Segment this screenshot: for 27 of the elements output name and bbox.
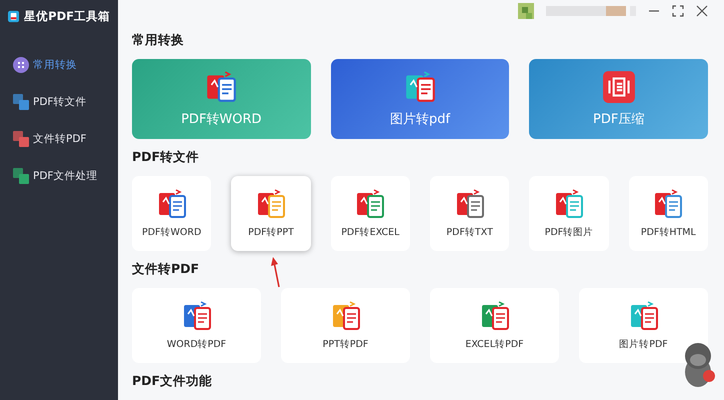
compress-icon [602, 70, 636, 104]
annotation-arrow [270, 256, 282, 288]
app-logo-icon [8, 8, 20, 24]
section-heading: PDF转文件 [132, 148, 200, 166]
avatar-icon [518, 3, 534, 19]
tool-card[interactable]: EXCEL转PDF [430, 288, 559, 363]
sidebar-item[interactable]: PDF文件处理 [0, 157, 118, 194]
tool-card[interactable]: PDF转WORD [132, 176, 212, 251]
section-heading: 文件转PDF [132, 260, 200, 278]
tool-card[interactable]: PPT转PDF [281, 288, 410, 363]
apps-icon [13, 56, 29, 72]
section-heading: 常用转换 [132, 31, 184, 49]
tool-card[interactable]: PDF转图片 [529, 176, 609, 251]
section-heading: PDF文件功能 [132, 372, 212, 390]
sidebar-item[interactable]: PDF转文件 [0, 83, 118, 120]
tool-card[interactable]: WORD转PDF [132, 288, 261, 363]
sidebar-item[interactable]: 文件转PDF [0, 120, 118, 157]
app-title: 星优PDF工具箱 [24, 8, 110, 24]
tool-card[interactable]: 图片转PDF [579, 288, 708, 363]
sidebar-item[interactable]: 常用转换 [0, 46, 118, 83]
tool-card[interactable]: PDF转TXT [430, 176, 510, 251]
tool-card[interactable]: PDF转HTML [628, 176, 708, 251]
close-icon[interactable] [696, 5, 708, 17]
tool-card[interactable]: 图片转pdf [330, 59, 510, 139]
maximize-icon[interactable] [672, 5, 684, 17]
tool-card[interactable]: PDF转PPT [231, 176, 311, 251]
tool-card[interactable]: PDF转EXCEL [330, 176, 410, 251]
